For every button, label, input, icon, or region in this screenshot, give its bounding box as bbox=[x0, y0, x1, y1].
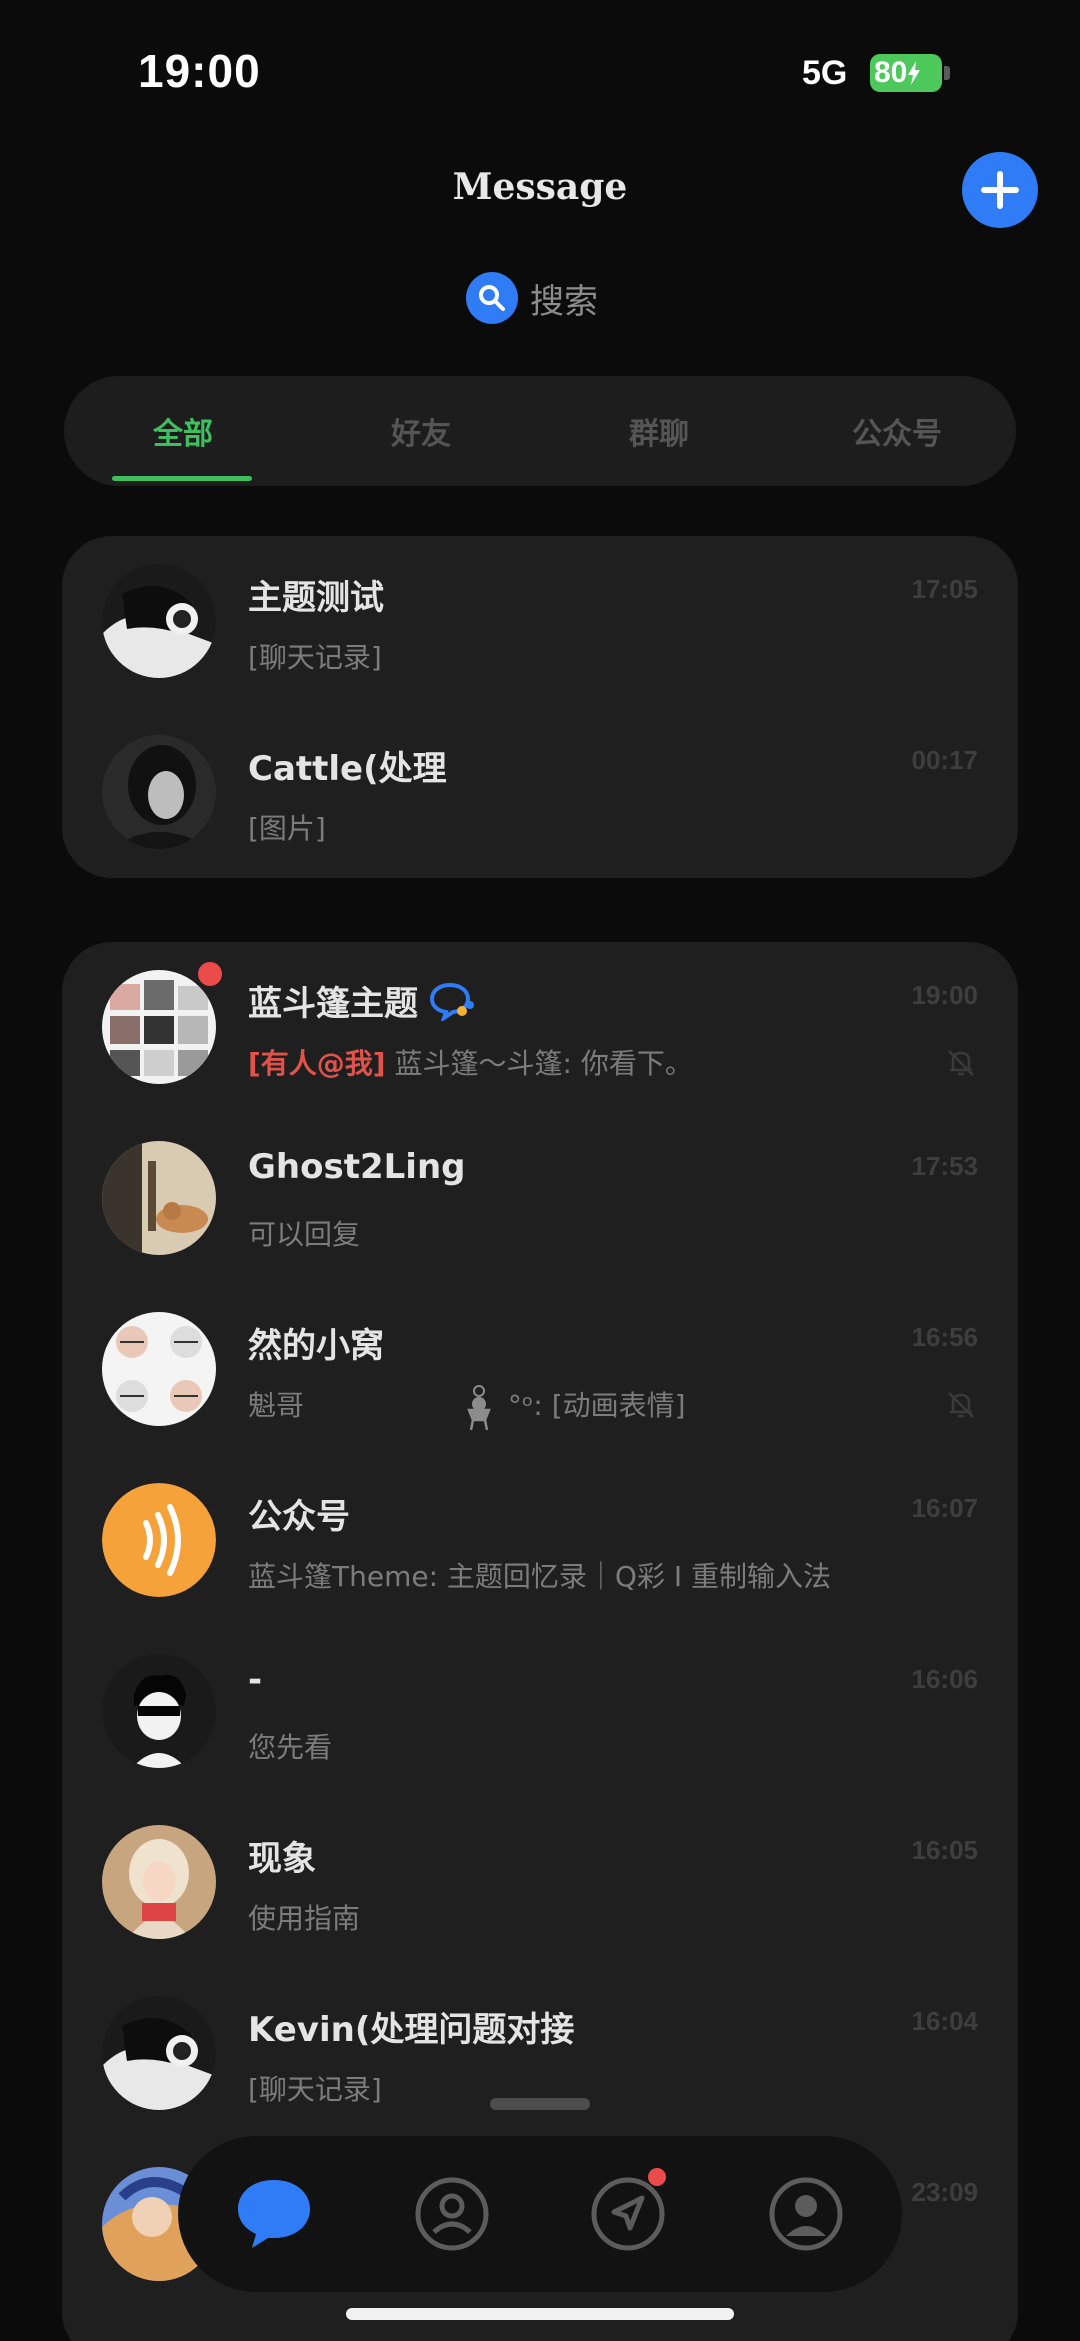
avatar bbox=[102, 564, 216, 678]
avatar bbox=[102, 1996, 216, 2110]
chat-row[interactable]: 现象 使用指南 16:05 bbox=[62, 1797, 1018, 1968]
chat-time: 16:04 bbox=[911, 2006, 979, 2036]
chat-time: 00:17 bbox=[911, 745, 979, 775]
chat-row[interactable]: Cattle(处理 [图片] 00:17 bbox=[62, 707, 1018, 878]
chat-preview-tail: °ᵒ: [动画表情] bbox=[507, 1389, 686, 1422]
group-chat-icon bbox=[429, 982, 474, 1021]
page-title: Message bbox=[452, 166, 628, 208]
unread-badge bbox=[198, 962, 222, 986]
charging-bolt-icon bbox=[908, 61, 921, 85]
chat-preview-text: 蓝斗篷～斗篷: 你看下。 bbox=[394, 1047, 693, 1080]
chat-name: Ghost2Ling bbox=[248, 1147, 466, 1187]
chat-preview: 您先看 bbox=[248, 1731, 333, 1764]
chat-time: 17:05 bbox=[911, 574, 979, 604]
avatar bbox=[102, 970, 216, 1084]
muted-bell-icon bbox=[948, 1050, 974, 1076]
active-tab-indicator bbox=[112, 476, 252, 481]
chat-preview: 蓝斗篷Theme: 主题回忆录｜Q彩 I 重制输入法 bbox=[248, 1560, 832, 1593]
chat-name: 公众号 bbox=[248, 1497, 350, 1537]
search-label: 搜索 bbox=[530, 281, 598, 322]
add-button[interactable] bbox=[962, 152, 1038, 228]
chat-name: 主题测试 bbox=[248, 578, 384, 618]
chat-row[interactable]: Kevin(处理问题对接 [聊天记录] 16:04 bbox=[62, 1968, 1018, 2139]
chat-list-card: 蓝斗篷主题 [有人@我] 蓝斗篷～斗篷: 你看下。 19:00 Ghost2Li… bbox=[62, 942, 1018, 2341]
chat-row[interactable]: - 您先看 16:06 bbox=[62, 1626, 1018, 1797]
nav-messages[interactable] bbox=[234, 2174, 314, 2254]
nav-discover[interactable] bbox=[588, 2174, 668, 2254]
filter-tabs: 全部 好友 群聊 公众号 bbox=[64, 376, 1016, 486]
mention-tag: [有人@我] bbox=[248, 1047, 386, 1080]
chat-time: 19:00 bbox=[911, 980, 979, 1010]
avatar bbox=[102, 1654, 216, 1768]
chat-preview: 使用指南 bbox=[248, 1902, 361, 1935]
chat-time: 17:53 bbox=[911, 1151, 979, 1181]
chat-name: 蓝斗篷主题 bbox=[248, 976, 476, 1025]
sheet-grabber bbox=[490, 2098, 590, 2110]
status-bar: 19:00 5G 80 bbox=[0, 0, 1080, 150]
chat-row[interactable]: Ghost2Ling 可以回复 17:53 bbox=[62, 1113, 1018, 1284]
navigation-arrow-icon bbox=[591, 2177, 665, 2251]
chat-preview-text: 魁哥 bbox=[248, 1389, 305, 1422]
tab-official-accounts[interactable]: 公众号 bbox=[778, 376, 1016, 486]
chat-row[interactable]: 主题测试 [聊天记录] 17:05 bbox=[62, 536, 1018, 707]
chat-preview: 可以回复 bbox=[248, 1218, 361, 1251]
chat-time: 23:09 bbox=[911, 2177, 979, 2207]
status-time: 19:00 bbox=[138, 45, 261, 97]
nav-profile[interactable] bbox=[766, 2174, 846, 2254]
tab-all[interactable]: 全部 bbox=[64, 376, 302, 486]
profile-icon bbox=[769, 2177, 843, 2251]
chat-time: 16:56 bbox=[911, 1322, 979, 1352]
chat-row[interactable]: 然的小窝 魁哥 °ᵒ: [动画表情] 16:56 bbox=[62, 1284, 1018, 1455]
avatar bbox=[102, 735, 216, 849]
battery-icon: 80 bbox=[870, 54, 942, 92]
chat-time: 16:07 bbox=[911, 1493, 979, 1523]
bottom-nav bbox=[178, 2136, 902, 2292]
search-icon bbox=[466, 272, 518, 324]
chat-preview: [聊天记录] bbox=[248, 2073, 382, 2106]
tab-friends[interactable]: 好友 bbox=[302, 376, 540, 486]
chat-row[interactable]: 公众号 蓝斗篷Theme: 主题回忆录｜Q彩 I 重制输入法 16:07 bbox=[62, 1455, 1018, 1626]
chat-preview: [聊天记录] bbox=[248, 641, 382, 674]
battery-tip bbox=[944, 66, 950, 80]
search-bar[interactable]: 搜索 bbox=[466, 270, 598, 326]
chat-name: 现象 bbox=[248, 1839, 316, 1879]
chat-name: 然的小窝 bbox=[248, 1326, 384, 1366]
muted-bell-icon bbox=[948, 1392, 974, 1418]
chat-preview: [图片] bbox=[248, 812, 326, 845]
chat-name-text: 蓝斗篷主题 bbox=[248, 984, 418, 1024]
tab-groups[interactable]: 群聊 bbox=[540, 376, 778, 486]
battery-level: 80 bbox=[874, 56, 908, 89]
avatar bbox=[102, 1312, 216, 1426]
plus-icon bbox=[981, 171, 1019, 209]
chat-name: Kevin(处理问题对接 bbox=[248, 2010, 575, 2050]
contacts-icon bbox=[415, 2177, 489, 2251]
avatar bbox=[102, 1483, 216, 1597]
nav-contacts[interactable] bbox=[412, 2174, 492, 2254]
chat-row[interactable]: 蓝斗篷主题 [有人@我] 蓝斗篷～斗篷: 你看下。 19:00 bbox=[62, 942, 1018, 1113]
chat-name: Cattle(处理 bbox=[248, 749, 447, 789]
avatar bbox=[102, 1825, 216, 1939]
network-indicator: 5G bbox=[802, 54, 848, 92]
chat-time: 16:05 bbox=[911, 1835, 979, 1865]
home-indicator bbox=[346, 2308, 734, 2320]
chat-preview: 魁哥 °ᵒ: [动画表情] bbox=[248, 1384, 686, 1431]
chat-preview: [有人@我] 蓝斗篷～斗篷: 你看下。 bbox=[248, 1042, 693, 1082]
pinned-chats-card: 主题测试 [聊天记录] 17:05 Cattle(处理 [图片] 00:17 bbox=[62, 536, 1018, 878]
chat-name: - bbox=[248, 1660, 263, 1700]
chat-bubble-icon bbox=[238, 2180, 310, 2248]
discover-badge bbox=[648, 2168, 666, 2186]
avatar bbox=[102, 1141, 216, 1255]
sticker-figure-icon bbox=[467, 1385, 491, 1431]
chat-time: 16:06 bbox=[911, 1664, 979, 1694]
